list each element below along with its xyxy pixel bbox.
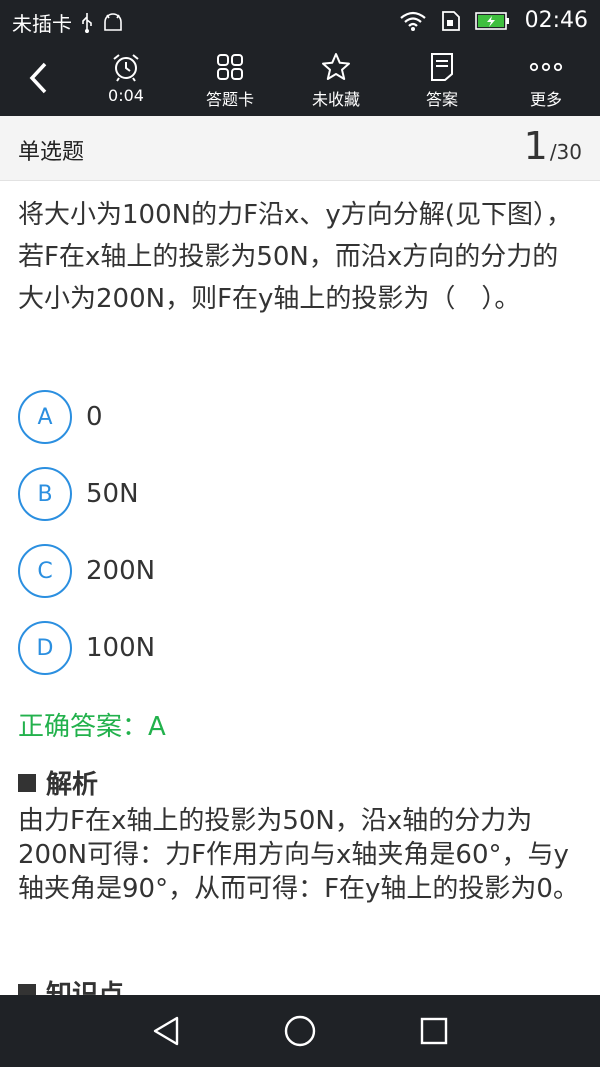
option-b[interactable]: B 50N	[18, 465, 578, 523]
nav-recents-icon[interactable]	[414, 1011, 454, 1051]
favorite-label: 未收藏	[311, 90, 360, 109]
option-a[interactable]: A 0	[18, 388, 578, 446]
more-label: 更多	[529, 90, 562, 109]
answer-label: 答案	[425, 90, 458, 109]
analysis-heading: 解析	[18, 764, 98, 801]
timer-label: 0:04	[108, 86, 144, 105]
option-letter: B	[18, 467, 72, 521]
nav-home-icon[interactable]	[280, 1011, 320, 1051]
status-bar: 未插卡 02:46	[0, 0, 600, 44]
question-header: 单选题 1 /30	[0, 116, 600, 181]
option-letter: D	[18, 621, 72, 675]
question-counter: 1 /30	[524, 126, 582, 166]
battery-charging-icon	[474, 11, 511, 31]
option-letter: C	[18, 544, 72, 598]
wifi-icon	[399, 10, 427, 32]
answer-button[interactable]: 答案	[392, 50, 492, 112]
analysis-text: 由力F在x轴上的投影为50N，沿x轴的分力为200N可得：力F作用方向与x轴夹角…	[18, 806, 579, 904]
usb-icon	[80, 12, 94, 34]
answer-sheet-label: 答题卡	[205, 90, 254, 109]
option-d[interactable]: D 100N	[18, 619, 578, 677]
more-icon	[529, 50, 563, 84]
clock-time: 02:46	[524, 8, 588, 33]
option-text: 100N	[86, 633, 156, 663]
alarm-clock-icon	[111, 50, 141, 84]
square-bullet-icon	[18, 773, 36, 792]
top-toolbar: 0:04 答题卡 未收藏 答案 更多	[0, 44, 600, 116]
correct-answer: 正确答案：A	[18, 712, 166, 742]
current-question-number: 1	[523, 124, 548, 168]
total-questions: /30	[549, 140, 582, 164]
option-text: 200N	[86, 556, 156, 586]
sim-icon	[441, 10, 461, 32]
analysis-title: 解析	[46, 770, 99, 800]
star-icon	[321, 50, 351, 84]
answer-sheet-button[interactable]: 答题卡	[180, 50, 280, 112]
option-letter: A	[18, 390, 72, 444]
timer-button[interactable]: 0:04	[76, 50, 176, 112]
carrier-text: 未插卡	[12, 12, 72, 36]
more-button[interactable]: 更多	[496, 50, 596, 112]
option-text: 0	[86, 402, 103, 432]
back-arrow-icon[interactable]	[16, 56, 60, 100]
question-type: 单选题	[18, 140, 85, 165]
android-debug-icon	[102, 12, 124, 34]
option-c[interactable]: C 200N	[18, 542, 578, 600]
question-text: 将大小为100N的力F沿x、y方向分解(见下图），若F在x轴上的投影为50N，而…	[18, 200, 572, 314]
option-text: 50N	[86, 479, 139, 509]
document-icon	[430, 50, 454, 84]
system-nav-bar	[0, 995, 600, 1067]
favorite-button[interactable]: 未收藏	[286, 50, 386, 112]
grid-icon	[216, 50, 244, 84]
nav-back-icon[interactable]	[146, 1011, 186, 1051]
